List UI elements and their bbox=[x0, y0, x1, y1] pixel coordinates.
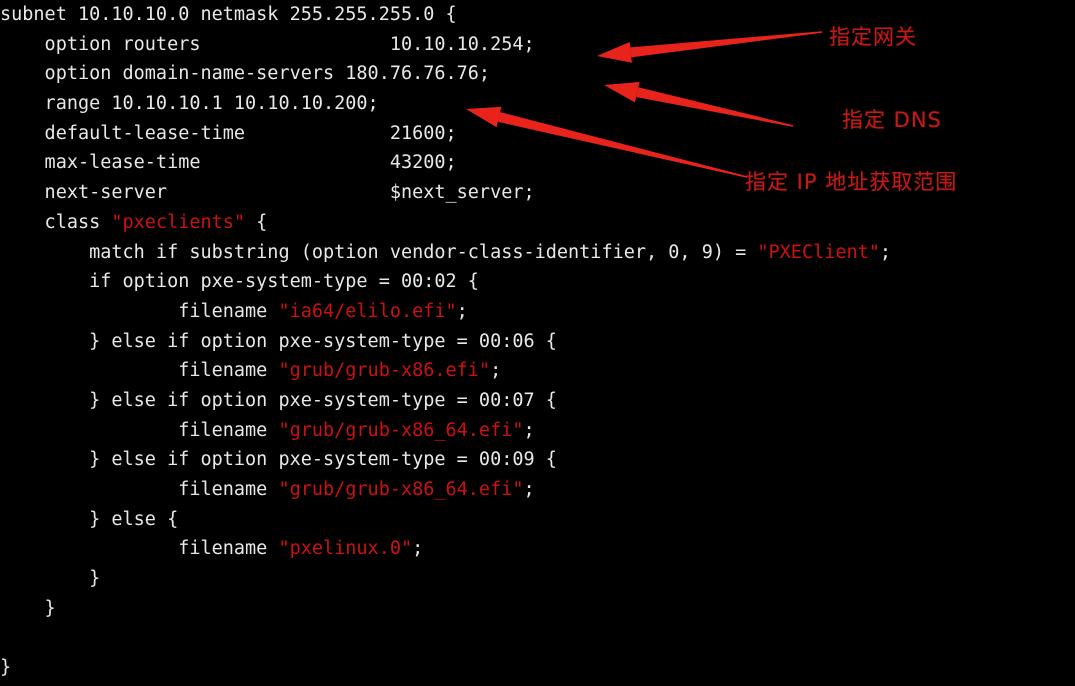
code-text: next-server $next_server; bbox=[0, 182, 535, 204]
code-text: ; bbox=[456, 300, 468, 322]
code-text: ; bbox=[879, 241, 892, 263]
code-text: ; bbox=[412, 538, 424, 560]
code-line: } else if option pxe-system-type = 00:07… bbox=[0, 386, 1075, 416]
code-line: } bbox=[0, 594, 1075, 624]
code-line: filename "grub/grub-x86.efi"; bbox=[0, 356, 1075, 386]
code-line: } else if option pxe-system-type = 00:09… bbox=[0, 445, 1075, 475]
code-text: default-lease-time 21600; bbox=[0, 122, 457, 144]
annotation-label-gateway: 指定网关 bbox=[829, 25, 917, 49]
code-line: match if substring (option vendor-class-… bbox=[0, 238, 1075, 268]
code-string-literal: "PXEClient" bbox=[757, 241, 880, 263]
code-line: class "pxeclients" { bbox=[0, 208, 1075, 238]
annotation-label-dns: 指定 DNS bbox=[842, 108, 942, 132]
code-line: option domain-name-servers 180.76.76.76; bbox=[0, 59, 1075, 89]
annotation-label-ip-range: 指定 IP 地址获取范围 bbox=[745, 170, 958, 194]
code-text: max-lease-time 43200; bbox=[0, 152, 457, 174]
code-text: filename bbox=[0, 538, 279, 560]
code-line: } bbox=[0, 564, 1075, 594]
code-line: } else if option pxe-system-type = 00:06… bbox=[0, 327, 1075, 357]
code-string-literal: "grub/grub-x86_64.efi" bbox=[278, 419, 524, 441]
code-text: filename bbox=[0, 479, 279, 500]
code-text: if option pxe-system-type = 00:02 { bbox=[0, 271, 479, 293]
code-text: ; bbox=[523, 479, 535, 500]
code-text: subnet 10.10.10.0 netmask 255.255.255.0 … bbox=[0, 4, 457, 25]
code-string-literal: "pxeclients" bbox=[111, 211, 246, 233]
code-text: } bbox=[0, 568, 101, 590]
code-text: } else { bbox=[0, 508, 179, 530]
code-text: ; bbox=[490, 360, 502, 382]
code-string-literal: "grub/grub-x86.efi" bbox=[278, 360, 491, 382]
code-line: filename "grub/grub-x86_64.efi"; bbox=[0, 416, 1075, 446]
code-block[interactable]: subnet 10.10.10.0 netmask 255.255.255.0 … bbox=[0, 0, 1075, 683]
code-text: } else if option pxe-system-type = 00:06… bbox=[0, 330, 557, 352]
code-text: } else if option pxe-system-type = 00:07… bbox=[0, 389, 557, 411]
code-line: } bbox=[0, 653, 1075, 683]
code-text: } else if option pxe-system-type = 00:09… bbox=[0, 449, 557, 471]
code-text: } bbox=[0, 597, 56, 619]
code-text: filename bbox=[0, 360, 279, 382]
code-string-literal: "ia64/elilo.efi" bbox=[278, 300, 457, 322]
code-string-literal: "pxelinux.0" bbox=[278, 538, 413, 560]
code-text: range 10.10.10.1 10.10.10.200; bbox=[0, 93, 379, 115]
code-text: option routers 10.10.10.254; bbox=[0, 33, 535, 55]
code-text: filename bbox=[0, 300, 279, 322]
code-line: filename "pxelinux.0"; bbox=[0, 534, 1075, 564]
code-text: filename bbox=[0, 419, 279, 441]
code-line: filename "grub/grub-x86_64.efi"; bbox=[0, 475, 1075, 505]
terminal-screen: subnet 10.10.10.0 netmask 255.255.255.0 … bbox=[0, 0, 1075, 686]
code-text: { bbox=[245, 211, 268, 233]
code-line: filename "ia64/elilo.efi"; bbox=[0, 297, 1075, 327]
code-line: } else { bbox=[0, 505, 1075, 535]
code-string-literal: "grub/grub-x86_64.efi" bbox=[278, 479, 524, 500]
code-text: ; bbox=[523, 419, 535, 441]
code-text: option domain-name-servers 180.76.76.76; bbox=[0, 63, 491, 85]
code-text: } bbox=[0, 657, 12, 679]
code-text: match if substring (option vendor-class-… bbox=[0, 241, 758, 263]
code-text: class bbox=[0, 211, 112, 233]
code-line: if option pxe-system-type = 00:02 { bbox=[0, 267, 1075, 297]
